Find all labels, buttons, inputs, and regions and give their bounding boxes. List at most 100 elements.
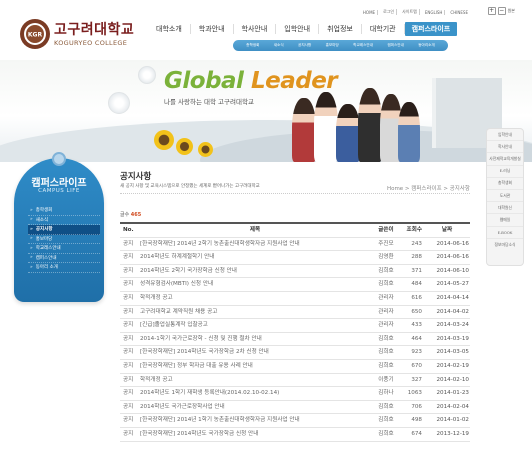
table-row[interactable]: 공지 학적개정 공고 관리자 616 2014-04-14: [120, 292, 470, 306]
quick-link-elearning[interactable]: E-러닝: [487, 166, 523, 178]
nav-item-about[interactable]: 대학소개: [148, 24, 191, 34]
top-link-english[interactable]: ENGLISH: [423, 9, 446, 15]
table-row[interactable]: 공지 2014-1학기 국가근로장학 - 신청 및 진행 절차 안내 김희호 464 2…: [120, 333, 470, 347]
table-row[interactable]: 공지 2014학년도 하계계절학기 안내 김영환 288 2014-06-16: [120, 251, 470, 265]
quick-link-library[interactable]: 도서관: [487, 190, 523, 203]
row-title-link[interactable]: [한국장학재단] 2014년 1학기 농촌출신대학생학자금 지원사업 안내: [140, 414, 355, 428]
student-figure: [292, 98, 316, 162]
nav-item-academics[interactable]: 학사안내: [234, 24, 277, 34]
row-title-link[interactable]: 2014학년도 1학기 재학생 등록안내(2014.02.10-02.14): [140, 387, 355, 401]
row-views: 371: [411, 267, 422, 274]
sunflower-icon: [154, 130, 174, 150]
subnav-item-news[interactable]: 새소식: [274, 43, 284, 48]
sidebar-item-school-bus[interactable]: 학교레스안내: [28, 244, 100, 254]
subnav-item-notices[interactable]: 공지사항: [298, 43, 311, 48]
row-title-link[interactable]: 학적개정 공고: [140, 292, 355, 306]
sidebar-item-campus-guide[interactable]: 캠퍼스안내: [28, 254, 100, 263]
table-body: 공지 [한국장학재단] 2014년 2학기 농촌출신대학생학자금 지원사업 안내 주…: [120, 238, 470, 442]
quick-link-ebook[interactable]: E-BOOK: [487, 227, 523, 239]
sidebar-item-clubs[interactable]: 동아리 소개: [28, 263, 100, 273]
row-author: 김하나: [378, 390, 394, 397]
top-link-home[interactable]: HOME: [361, 9, 379, 15]
sidebar-item-student-council[interactable]: 총학생회: [28, 206, 100, 216]
row-no: 공지: [123, 267, 134, 274]
quick-link-academics[interactable]: 학사안내: [487, 141, 523, 154]
row-author: 주진모: [378, 240, 394, 247]
table-row[interactable]: 공지 [긴급]졸업실통계작 입찰공고 관리자 433 2014-03-24: [120, 319, 470, 333]
row-date: 2014-01-02: [436, 417, 469, 424]
sidebar-item-news[interactable]: 새소식: [28, 216, 100, 225]
row-no: 공지: [123, 430, 134, 437]
zoom-control: + − 원본: [487, 7, 515, 15]
page-description: 새 공지 사항 및 교육시스템으로 안정했는 세계로 뻗어나가는 고구려대학교: [120, 184, 260, 189]
quick-link-admissions[interactable]: 입학안내: [487, 129, 523, 142]
row-title-link[interactable]: 성격유형검사(MBTI) 신청 안내: [140, 278, 355, 292]
utility-links: HOME 로그인 사이트맵 ENGLISH CHINESE: [361, 9, 470, 15]
row-no: 공지: [123, 349, 134, 356]
quick-link-webmail[interactable]: 웹메일: [487, 214, 523, 227]
table-row[interactable]: 공지 성격유형검사(MBTI) 신청 안내 김희호 484 2014-05-27: [120, 278, 470, 292]
subnav-item-clubs[interactable]: 동아리소개: [418, 43, 435, 48]
banner-title-global: Global: [164, 68, 244, 94]
nav-item-admissions[interactable]: 입학안내: [276, 24, 320, 34]
logo-english-name: KOGURYEO COLLEGE: [54, 39, 128, 47]
row-title-link[interactable]: [한국장학재단] 정부 학자금 대출 유용 사례 안내: [140, 360, 355, 374]
quick-link-info-news[interactable]: 정보마당소식: [487, 239, 523, 251]
nav-item-departments[interactable]: 학과안내: [191, 24, 234, 34]
table-row[interactable]: 공지 [한국장학재단] 2014년 2학기 농촌출신대학생학자금 지원사업 안내 주…: [120, 238, 470, 252]
table-row[interactable]: 공지 학적개정 공고 이풍기 327 2014-02-10: [120, 374, 470, 388]
table-header: No. 제목 글쓴이 조회수 날짜: [120, 224, 470, 238]
row-views: 243: [411, 240, 422, 247]
sidebar-title: 캠퍼스라이프: [31, 178, 87, 189]
sidebar-item-notices[interactable]: 공지사항: [28, 225, 100, 235]
row-title-link[interactable]: [한국장학재단] 2014년 2학기 농촌출신대학생학자금 지원사업 안내: [140, 238, 355, 252]
zoom-reset-button[interactable]: 원본: [508, 8, 515, 14]
row-no: 공지: [123, 294, 134, 301]
row-views: 706: [411, 403, 422, 410]
column-header-views: 조회수: [406, 227, 422, 233]
zoom-out-button[interactable]: −: [497, 7, 506, 15]
row-views: 498: [411, 417, 422, 424]
table-row[interactable]: 공지 2014학년도 1학기 재학생 등록안내(2014.02.10-02.14)…: [120, 387, 470, 401]
top-link-sitemap[interactable]: 사이트맵: [400, 9, 420, 15]
table-row[interactable]: 공지 [한국장학재단] 정부 학자금 대출 유용 사례 안내 김희호 670 2014-…: [120, 360, 470, 374]
table-row[interactable]: 공지 2014학년도 2학기 국가장학금 신청 안내 김희호 371 2014-06-1…: [120, 265, 470, 279]
nav-item-careers[interactable]: 취업정보: [319, 24, 362, 34]
table-row[interactable]: 공지 고구려대학교 계약직원 채용 공고 관리자 650 2014-04-02: [120, 306, 470, 320]
table-row[interactable]: 공지 [한국장학재단] 2014학년도 국가장학금 신청 안내 김희호 674 2013…: [120, 428, 470, 442]
row-title-link[interactable]: [한국장학재단] 2014학년도 국가장학금 2차 신청 안내: [140, 346, 355, 360]
table-row[interactable]: 공지 [한국장학재단] 2014년 1학기 농촌출신대학생학자금 지원사업 안내 김…: [120, 414, 470, 428]
row-title-link[interactable]: 2014학년도 하계계절학기 안내: [140, 251, 355, 265]
sub-navigation: 총학생회 새소식 공지사항 홍보마당 학교레스안내 캠퍼스안내 동아리소개: [233, 40, 448, 51]
page-title: 공지사항: [120, 172, 152, 182]
table-row[interactable]: 공지 [한국장학재단] 2014학년도 국가장학금 2차 신청 안내 김희호 923 2…: [120, 346, 470, 360]
row-date: 2014-02-10: [436, 376, 469, 383]
row-title-link[interactable]: 고구려대학교 계약직원 채용 공고: [140, 306, 355, 320]
quick-link-education-dev[interactable]: 사전제적교육개발실: [487, 153, 523, 166]
top-link-chinese[interactable]: CHINESE: [448, 10, 470, 15]
site-logo[interactable]: KGR 고구려대학교 KOGURYEO COLLEGE: [20, 17, 140, 51]
quick-link-student-council[interactable]: 총학생회: [487, 178, 523, 190]
row-title-link[interactable]: [한국장학재단] 2014학년도 국가장학금 신청 안내: [140, 428, 355, 442]
row-date: 2014-03-24: [436, 322, 469, 329]
sidebar-item-promotion[interactable]: 홍보마당: [28, 235, 100, 244]
subnav-item-campus-guide[interactable]: 캠퍼스안내: [387, 43, 404, 48]
row-title-link[interactable]: 2014학년도 2학기 국가장학금 신청 안내: [140, 265, 355, 279]
nav-item-institutions[interactable]: 대학기관: [362, 24, 405, 34]
subnav-item-promotion[interactable]: 홍보마당: [326, 43, 339, 48]
top-link-login[interactable]: 로그인: [381, 9, 398, 15]
table-row[interactable]: 공지 2014학년도 국가근로장학사업 안내 김희호 706 2014-02-04: [120, 401, 470, 415]
emblem-text: KGR: [28, 32, 43, 39]
column-header-author: 글쓴이: [378, 227, 394, 233]
nav-item-campus-life[interactable]: 캠퍼스라이프: [404, 22, 458, 36]
quick-link-graduate[interactable]: 대학원신: [487, 202, 523, 215]
subnav-item-school-bus[interactable]: 학교레스안내: [353, 43, 373, 48]
row-no: 공지: [123, 417, 134, 424]
row-title-link[interactable]: 2014-1학기 국가근로장학 - 신청 및 진행 절차 안내: [140, 333, 355, 347]
row-title-link[interactable]: [긴급]졸업실통계작 입찰공고: [140, 319, 355, 333]
zoom-in-button[interactable]: +: [487, 7, 496, 15]
row-author: 김희호: [378, 430, 394, 437]
row-title-link[interactable]: 2014학년도 국가근로장학사업 안내: [140, 401, 355, 415]
subnav-item-student-council[interactable]: 총학생회: [246, 43, 259, 48]
row-title-link[interactable]: 학적개정 공고: [140, 374, 355, 388]
